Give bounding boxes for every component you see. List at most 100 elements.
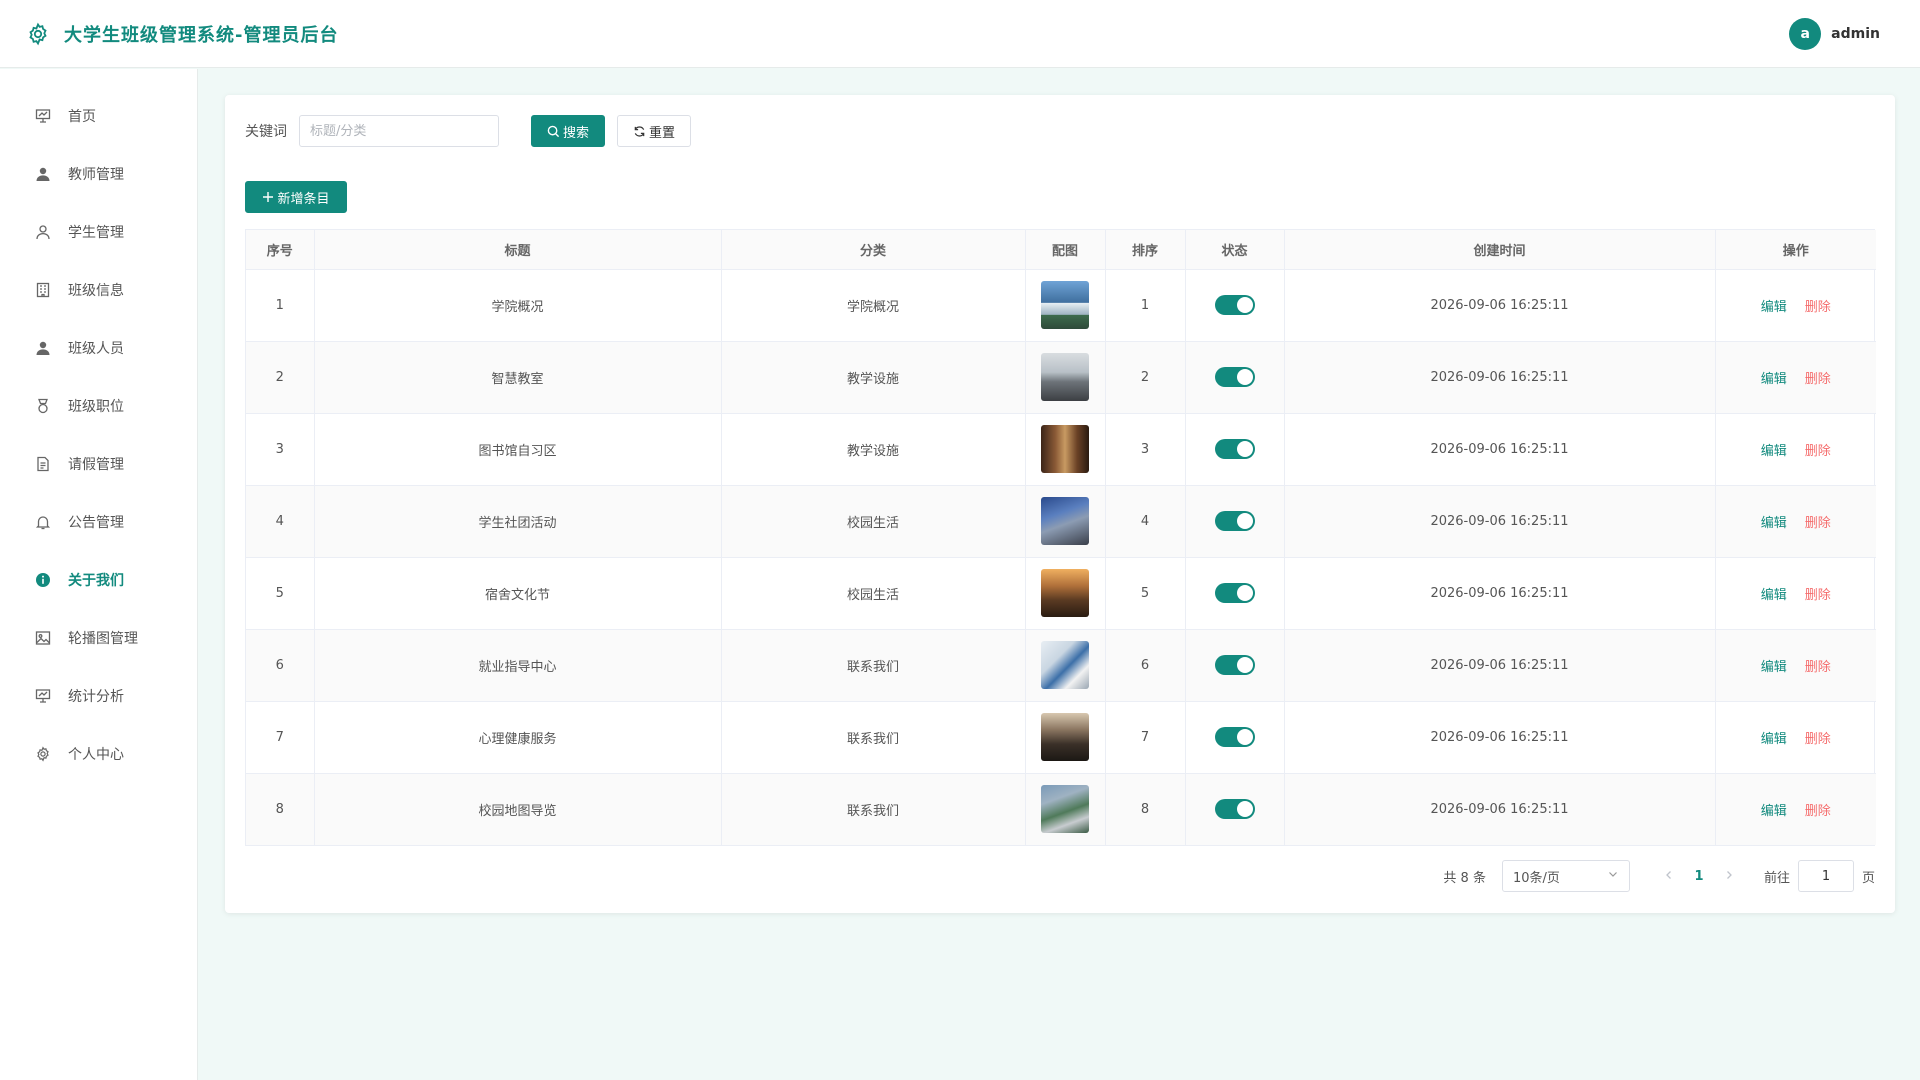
delete-link[interactable]: 删除 [1805, 660, 1831, 675]
edit-link[interactable]: 编辑 [1761, 732, 1787, 747]
row-created: 2026-09-06 16:25:11 [1284, 413, 1716, 486]
building-icon [34, 281, 52, 299]
column-header: 标题 [314, 230, 722, 270]
delete-link[interactable]: 删除 [1805, 732, 1831, 747]
sidebar-item-students[interactable]: 学生管理 [0, 203, 197, 261]
avatar[interactable]: a [1789, 18, 1822, 50]
status-toggle[interactable] [1214, 367, 1255, 387]
column-header: 序号 [246, 230, 315, 270]
top-header: 大学生班级管理系统-管理员后台 a admin [0, 0, 1920, 68]
thumbnail-image[interactable] [1041, 497, 1089, 545]
thumbnail-image[interactable] [1041, 425, 1089, 473]
keyword-input[interactable] [299, 115, 499, 147]
prev-page-button[interactable] [1654, 869, 1684, 884]
sidebar-item-home[interactable]: 首页 [0, 87, 197, 145]
sidebar-item-class-info[interactable]: 班级信息 [0, 261, 197, 319]
sidebar-item-label: 首页 [68, 109, 96, 125]
table-row: 2 智慧教室 教学设施 2 2026-09-06 16:25:11 编辑 删除 [246, 341, 1876, 414]
thumbnail-image[interactable] [1041, 569, 1089, 617]
sidebar-item-class-positions[interactable]: 班级职位 [0, 377, 197, 435]
row-title: 宿舍文化节 [314, 557, 722, 630]
user-menu[interactable]: a admin [1789, 18, 1880, 50]
page-number[interactable]: 1 [1684, 869, 1714, 884]
delete-link[interactable]: 删除 [1805, 516, 1831, 531]
sidebar-item-teachers[interactable]: 教师管理 [0, 145, 197, 203]
delete-link[interactable]: 删除 [1805, 300, 1831, 315]
status-toggle[interactable] [1214, 583, 1255, 603]
delete-link[interactable]: 删除 [1805, 804, 1831, 819]
status-toggle[interactable] [1214, 511, 1255, 531]
edit-link[interactable]: 编辑 [1761, 444, 1787, 459]
row-created: 2026-09-06 16:25:11 [1284, 773, 1716, 845]
table-row: 8 校园地图导览 联系我们 8 2026-09-06 16:25:11 编辑 删除 [246, 773, 1876, 845]
row-sort: 6 [1105, 629, 1186, 702]
page-size-value: 10条/页 [1512, 870, 1560, 886]
next-page-button[interactable] [1714, 869, 1744, 884]
sidebar-item-label: 班级职位 [68, 399, 124, 415]
row-sort: 5 [1105, 557, 1186, 630]
sidebar-item-label: 公告管理 [68, 515, 124, 531]
row-sort: 8 [1105, 773, 1186, 845]
row-sort: 4 [1105, 485, 1186, 558]
sidebar-item-label: 个人中心 [68, 747, 124, 763]
row-category: 联系我们 [721, 701, 1026, 774]
row-index: 2 [246, 341, 315, 414]
username[interactable]: admin [1831, 26, 1880, 42]
sidebar-item-class-members[interactable]: 班级人员 [0, 319, 197, 377]
page-size-select[interactable]: 10条/页 [1501, 860, 1630, 892]
sidebar-item-label: 学生管理 [68, 225, 124, 241]
app-title: 大学生班级管理系统-管理员后台 [64, 24, 339, 46]
chevron-left-icon [1666, 870, 1671, 879]
status-toggle[interactable] [1214, 655, 1255, 675]
sidebar-item-about[interactable]: 关于我们 [0, 551, 197, 609]
edit-link[interactable]: 编辑 [1761, 804, 1787, 819]
search-button[interactable]: 搜索 [531, 115, 605, 147]
row-category: 联系我们 [721, 629, 1026, 702]
edit-link[interactable]: 编辑 [1761, 588, 1787, 603]
edit-link[interactable]: 编辑 [1761, 300, 1787, 315]
content-card: 关键词 搜索 重置 新增条目 序号 [225, 95, 1895, 913]
row-title: 就业指导中心 [314, 629, 722, 702]
data-table: 序号 标题 分类 配图 排序 状态 创建时间 操作 1 学院概况 学院概况 1 [245, 229, 1876, 846]
row-category: 校园生活 [721, 485, 1026, 558]
medal-icon [34, 397, 52, 415]
search-icon [547, 125, 560, 138]
sidebar-item-notices[interactable]: 公告管理 [0, 493, 197, 551]
sidebar-item-profile[interactable]: 个人中心 [0, 725, 197, 783]
status-toggle[interactable] [1214, 799, 1255, 820]
column-header: 操作 [1715, 230, 1876, 270]
row-created: 2026-09-06 16:25:11 [1284, 557, 1716, 630]
reset-button[interactable]: 重置 [617, 115, 691, 147]
table-row: 5 宿舍文化节 校园生活 5 2026-09-06 16:25:11 编辑 删除 [246, 557, 1876, 630]
table-row: 3 图书馆自习区 教学设施 3 2026-09-06 16:25:11 编辑 删除 [246, 413, 1876, 486]
edit-link[interactable]: 编辑 [1761, 516, 1787, 531]
add-item-button[interactable]: 新增条目 [245, 181, 347, 213]
delete-link[interactable]: 删除 [1805, 444, 1831, 459]
info-icon [34, 571, 52, 589]
gear-icon [24, 20, 52, 48]
edit-link[interactable]: 编辑 [1761, 372, 1787, 387]
thumbnail-image[interactable] [1041, 785, 1089, 834]
add-item-label: 新增条目 [277, 191, 330, 207]
row-index: 8 [246, 773, 315, 845]
status-toggle[interactable] [1214, 295, 1255, 315]
thumbnail-image[interactable] [1041, 281, 1089, 329]
thumbnail-image[interactable] [1041, 713, 1089, 761]
sidebar-item-carousel[interactable]: 轮播图管理 [0, 609, 197, 667]
edit-link[interactable]: 编辑 [1761, 660, 1787, 675]
thumbnail-image[interactable] [1041, 353, 1089, 401]
sidebar-item-statistics[interactable]: 统计分析 [0, 667, 197, 725]
goto-page-input[interactable] [1797, 860, 1854, 892]
sidebar-item-label: 班级信息 [68, 283, 124, 299]
row-created: 2026-09-06 16:25:11 [1284, 629, 1716, 702]
goto-label: 前往 [1763, 870, 1790, 886]
status-toggle[interactable] [1214, 439, 1255, 459]
row-title: 学院概况 [314, 269, 722, 342]
thumbnail-image[interactable] [1041, 641, 1089, 689]
sidebar-item-leave[interactable]: 请假管理 [0, 435, 197, 493]
delete-link[interactable]: 删除 [1805, 588, 1831, 603]
sidebar-item-label: 教师管理 [68, 167, 124, 183]
row-index: 5 [246, 557, 315, 630]
status-toggle[interactable] [1214, 727, 1255, 747]
delete-link[interactable]: 删除 [1805, 372, 1831, 387]
